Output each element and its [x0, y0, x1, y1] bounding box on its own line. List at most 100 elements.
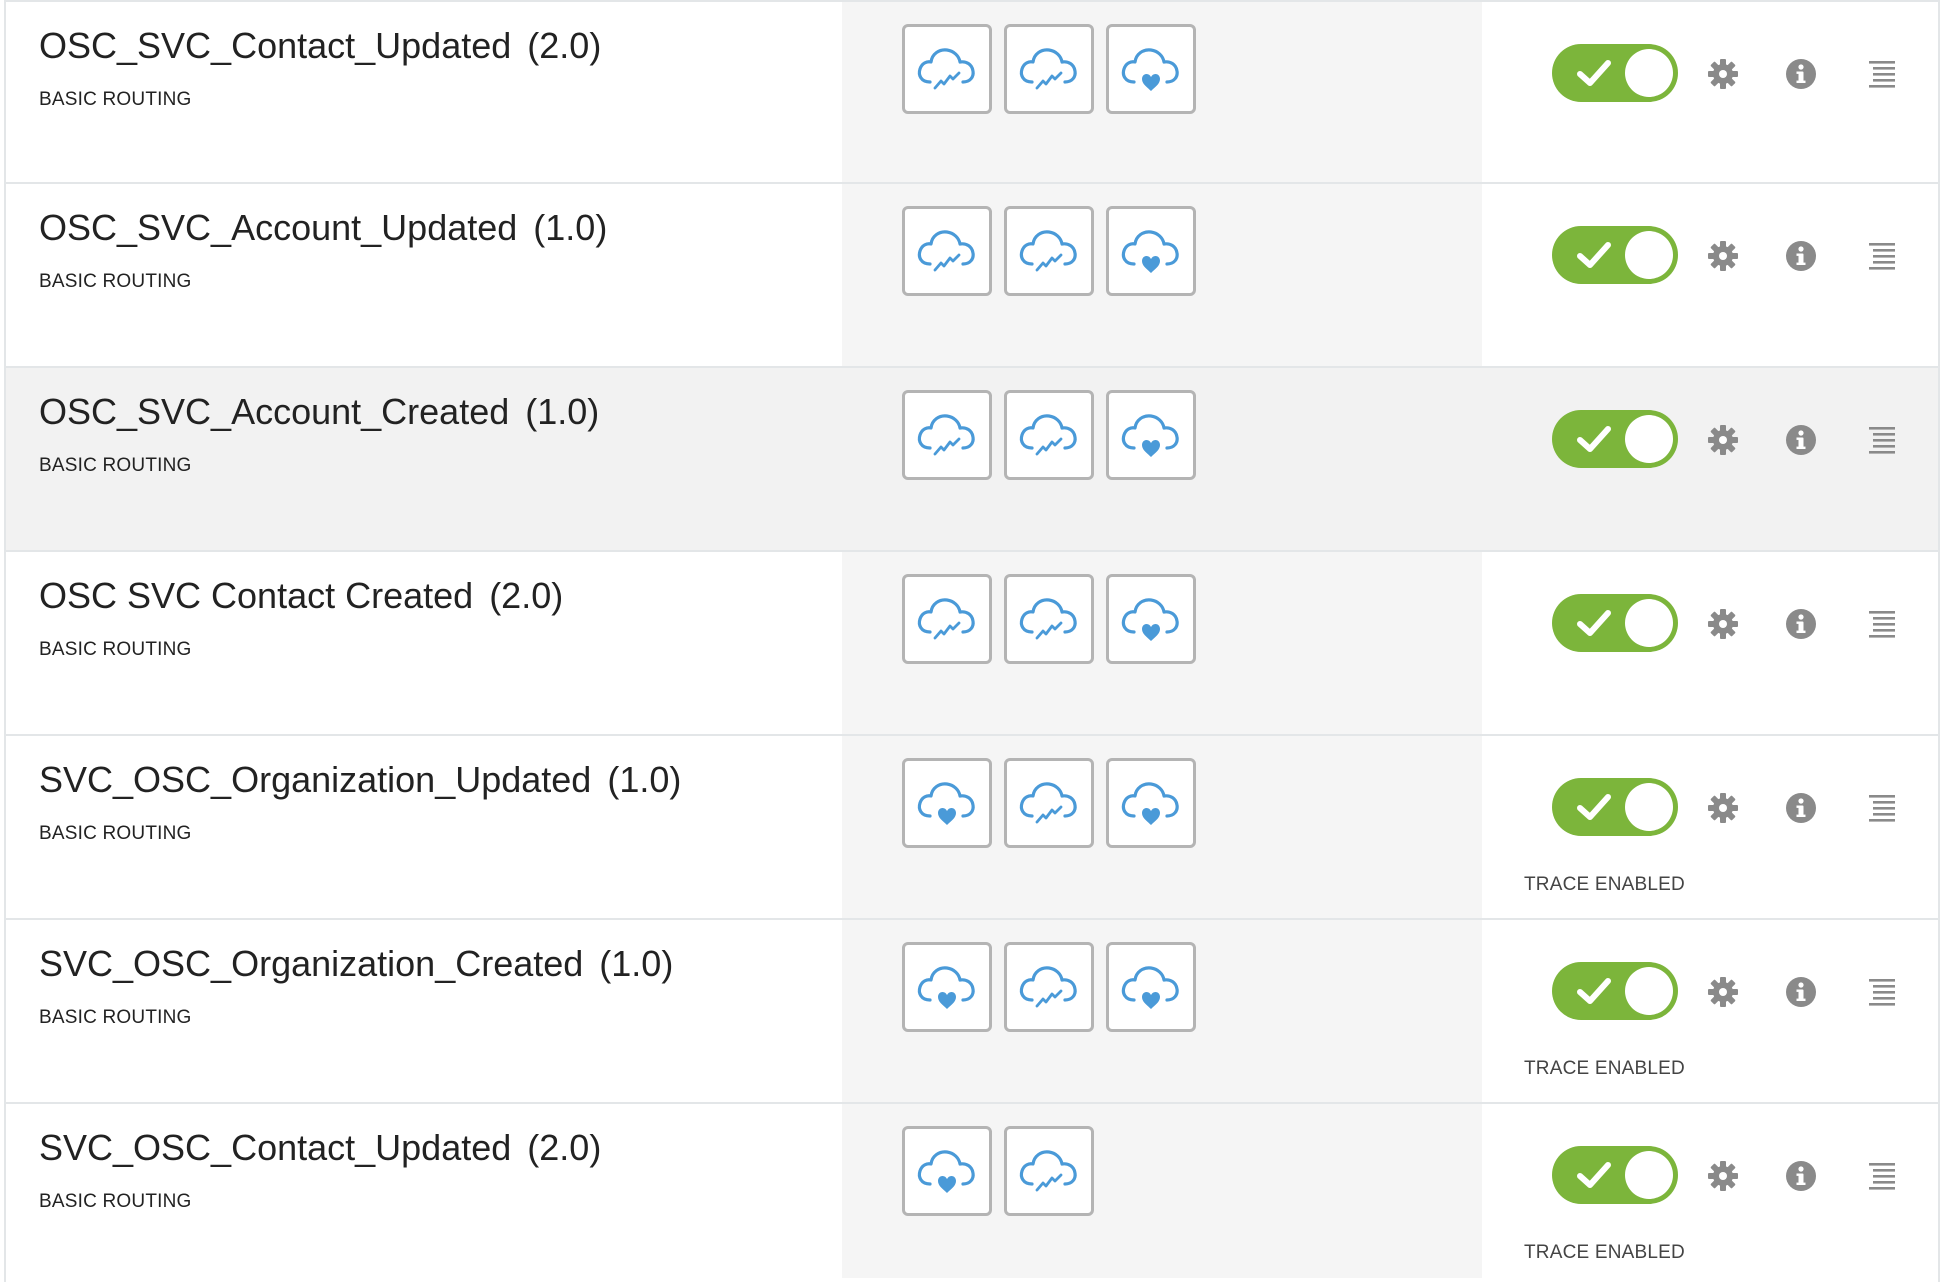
connection-badge[interactable]	[1004, 758, 1094, 848]
toggle-knob	[1625, 967, 1673, 1015]
integration-name-text[interactable]: SVC_OSC_Organization_Created	[39, 943, 583, 984]
menu-icon[interactable]	[1865, 974, 1901, 1010]
info-icon[interactable]	[1783, 606, 1819, 642]
cloud-trend-icon	[1019, 966, 1077, 1008]
connection-badge[interactable]	[902, 24, 992, 114]
toggle-knob	[1625, 49, 1673, 97]
integration-pattern: BASIC ROUTING	[39, 455, 192, 476]
info-icon[interactable]	[1783, 238, 1819, 274]
activate-toggle[interactable]	[1552, 962, 1678, 1020]
gear-icon[interactable]	[1705, 606, 1741, 642]
info-icon[interactable]	[1783, 790, 1819, 826]
activate-toggle[interactable]	[1552, 44, 1678, 102]
menu-icon[interactable]	[1865, 1158, 1901, 1194]
integration-name[interactable]: SVC_OSC_Organization_Updated (1.0)	[39, 758, 681, 802]
menu-icon[interactable]	[1865, 422, 1901, 458]
cloud-trend-icon	[1019, 1150, 1077, 1192]
activate-toggle[interactable]	[1552, 778, 1678, 836]
cloud-trend-icon	[917, 598, 975, 640]
gear-icon[interactable]	[1705, 1158, 1741, 1194]
cloud-heart-icon	[1121, 782, 1179, 825]
integration-name-text[interactable]: OSC_SVC_Account_Updated	[39, 207, 517, 248]
activate-toggle[interactable]	[1552, 410, 1678, 468]
connection-badge[interactable]	[1004, 390, 1094, 480]
cloud-heart-icon	[1121, 414, 1179, 457]
check-icon	[1577, 242, 1611, 268]
gear-icon[interactable]	[1705, 422, 1741, 458]
integration-name[interactable]: SVC_OSC_Organization_Created (1.0)	[39, 942, 673, 986]
check-icon	[1577, 794, 1611, 820]
info-icon[interactable]	[1783, 56, 1819, 92]
cloud-heart-icon	[917, 1150, 975, 1193]
connection-badge[interactable]	[1106, 574, 1196, 664]
integration-row[interactable]: OSC_SVC_Contact_Updated (2.0) BASIC ROUTI…	[6, 0, 1938, 184]
activate-toggle[interactable]	[1552, 226, 1678, 284]
gear-icon[interactable]	[1705, 790, 1741, 826]
integration-row[interactable]: OSC_SVC_Account_Created (1.0) BASIC ROUTI…	[6, 368, 1938, 552]
toggle-knob	[1625, 415, 1673, 463]
integration-name-text[interactable]: SVC_OSC_Organization_Updated	[39, 759, 591, 800]
connection-badge[interactable]	[902, 1126, 992, 1216]
gear-icon[interactable]	[1705, 56, 1741, 92]
cloud-heart-icon	[917, 782, 975, 825]
connection-badge[interactable]	[902, 574, 992, 664]
connection-badge[interactable]	[1004, 206, 1094, 296]
menu-icon[interactable]	[1865, 606, 1901, 642]
activate-toggle[interactable]	[1552, 594, 1678, 652]
check-icon	[1577, 60, 1611, 86]
cloud-trend-icon	[1019, 414, 1077, 456]
integration-name[interactable]: OSC_SVC_Contact_Updated (2.0)	[39, 24, 601, 68]
integration-name-text[interactable]: SVC_OSC_Contact_Updated	[39, 1127, 511, 1168]
integration-name-text[interactable]: OSC SVC Contact Created	[39, 575, 473, 616]
integration-row[interactable]: SVC_OSC_Organization_Updated (1.0) BASIC …	[6, 736, 1938, 920]
check-icon	[1577, 426, 1611, 452]
connection-badge[interactable]	[1106, 942, 1196, 1032]
integration-pattern: BASIC ROUTING	[39, 639, 192, 660]
integration-row[interactable]: OSC SVC Contact Created (2.0) BASIC ROUTI…	[6, 552, 1938, 736]
integration-row[interactable]: OSC_SVC_Account_Updated (1.0) BASIC ROUTI…	[6, 184, 1938, 368]
connection-badge[interactable]	[902, 942, 992, 1032]
toggle-knob	[1625, 231, 1673, 279]
integration-row[interactable]: SVC_OSC_Contact_Updated (2.0) BASIC ROUTI…	[6, 1104, 1938, 1278]
cloud-heart-icon	[917, 966, 975, 1009]
connection-badges	[902, 390, 1196, 480]
integration-name[interactable]: SVC_OSC_Contact_Updated (2.0)	[39, 1126, 601, 1170]
activate-toggle[interactable]	[1552, 1146, 1678, 1204]
connection-badge[interactable]	[1004, 574, 1094, 664]
trace-status: TRACE ENABLED	[1524, 1058, 1685, 1079]
cloud-trend-icon	[1019, 598, 1077, 640]
connection-badge[interactable]	[1106, 390, 1196, 480]
integration-version: (2.0)	[527, 25, 602, 66]
info-icon[interactable]	[1783, 422, 1819, 458]
gear-icon[interactable]	[1705, 238, 1741, 274]
menu-icon[interactable]	[1865, 56, 1901, 92]
integration-pattern: BASIC ROUTING	[39, 1191, 192, 1212]
menu-icon[interactable]	[1865, 790, 1901, 826]
cloud-heart-icon	[1121, 48, 1179, 91]
connection-badge[interactable]	[902, 390, 992, 480]
gear-icon[interactable]	[1705, 974, 1741, 1010]
toggle-knob	[1625, 783, 1673, 831]
connection-badge[interactable]	[1106, 24, 1196, 114]
menu-icon[interactable]	[1865, 238, 1901, 274]
connection-badge[interactable]	[902, 206, 992, 296]
connection-badge[interactable]	[902, 758, 992, 848]
integration-row[interactable]: SVC_OSC_Organization_Created (1.0) BASIC …	[6, 920, 1938, 1104]
cloud-trend-icon	[917, 230, 975, 272]
info-icon[interactable]	[1783, 1158, 1819, 1194]
connection-badge[interactable]	[1004, 1126, 1094, 1216]
integration-version: (2.0)	[489, 575, 564, 616]
integration-name[interactable]: OSC SVC Contact Created (2.0)	[39, 574, 563, 618]
connection-badge[interactable]	[1004, 942, 1094, 1032]
connection-badge[interactable]	[1004, 24, 1094, 114]
integration-name[interactable]: OSC_SVC_Account_Updated (1.0)	[39, 206, 607, 250]
connection-badge[interactable]	[1106, 758, 1196, 848]
check-icon	[1577, 1162, 1611, 1188]
integration-pattern: BASIC ROUTING	[39, 271, 192, 292]
connection-badge[interactable]	[1106, 206, 1196, 296]
cloud-heart-icon	[1121, 966, 1179, 1009]
integration-name[interactable]: OSC_SVC_Account_Created (1.0)	[39, 390, 599, 434]
integration-name-text[interactable]: OSC_SVC_Contact_Updated	[39, 25, 511, 66]
info-icon[interactable]	[1783, 974, 1819, 1010]
integration-name-text[interactable]: OSC_SVC_Account_Created	[39, 391, 509, 432]
